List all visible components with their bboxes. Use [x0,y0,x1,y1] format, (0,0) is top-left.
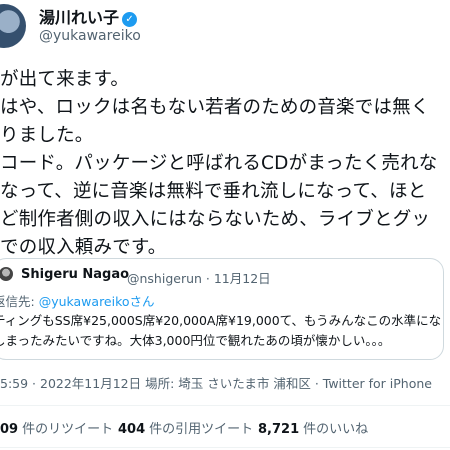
quoted-tweet-card[interactable]: Shigeru Nagao @nshigerun · 11月12日 返信先: @… [0,258,444,360]
tweet-text-line: なって、逆に音楽は無料で垂れ流しになって、ほと [0,181,427,202]
likes-label: 件のいいね [303,422,369,437]
reply-prefix: 返信先: [0,294,35,309]
quote-tweets-stat[interactable]: 404 件の引用ツイート [118,418,253,437]
quoted-text-line: ティングもSS席¥25,000S席¥20,000A席¥19,000て、もうみんな… [0,313,443,328]
divider [0,447,450,448]
verified-badge-icon: ✓ [122,12,138,27]
tweet-text-line: りました。 [0,125,94,146]
quoted-text-line: しまったみたいですね。大体3,000円位で観れたあの頃が懐かしい。。。 [0,333,391,348]
author-display-name[interactable]: 湯川れい子 ✓ [39,4,138,28]
author-handle[interactable]: @yukawareiko [39,28,141,44]
tweet-meta-line[interactable]: 5:59 · 2022年11月12日 場所: 埼玉 さいたま市 浦和区 · Tw… [0,373,432,392]
tweet-header: 湯川れい子 ✓ @yukawareiko [0,0,450,56]
quoted-author-name: Shigeru Nagao [21,267,130,282]
quote-tweets-count: 404 [118,422,146,437]
reply-to-link[interactable]: @yukawareikoさん [39,294,155,309]
author-name-text[interactable]: 湯川れい子 [39,8,119,27]
retweets-stat[interactable]: 09 件のリツイート [0,418,113,437]
quoted-author-handle-date: @nshigerun · 11月12日 [127,271,271,286]
tweet-text-line: はや、ロックは名もない若者のための音楽では無く [0,97,430,118]
quoted-reply-context: 返信先: @yukawareikoさん [0,291,155,310]
retweets-count: 09 [0,422,19,437]
tweet-text-line: コード。パッケージと呼ばれるCDがまったく売れな [0,153,438,174]
likes-count: 8,721 [258,422,300,437]
tweet-text-line: が出て来ます。 [0,69,130,90]
quoted-author-avatar [0,267,13,281]
quoted-tweet-header: Shigeru Nagao @nshigerun · 11月12日 [0,267,433,286]
tweet-text: が出て来ます。 はや、ロックは名もない若者のための音楽では無く りました。 コー… [0,66,450,262]
divider [0,405,450,406]
author-avatar[interactable] [0,4,26,48]
quote-tweets-label: 件の引用ツイート [149,422,254,437]
quoted-tweet-text: ティングもSS席¥25,000S席¥20,000A席¥19,000て、もうみんな… [0,311,443,351]
likes-stat[interactable]: 8,721 件のいいね [258,418,368,437]
tweet-text-line: ど制作者側の収入にはならないため、ライブとグッ [0,209,431,230]
retweets-label: 件のリツイート [22,422,114,437]
